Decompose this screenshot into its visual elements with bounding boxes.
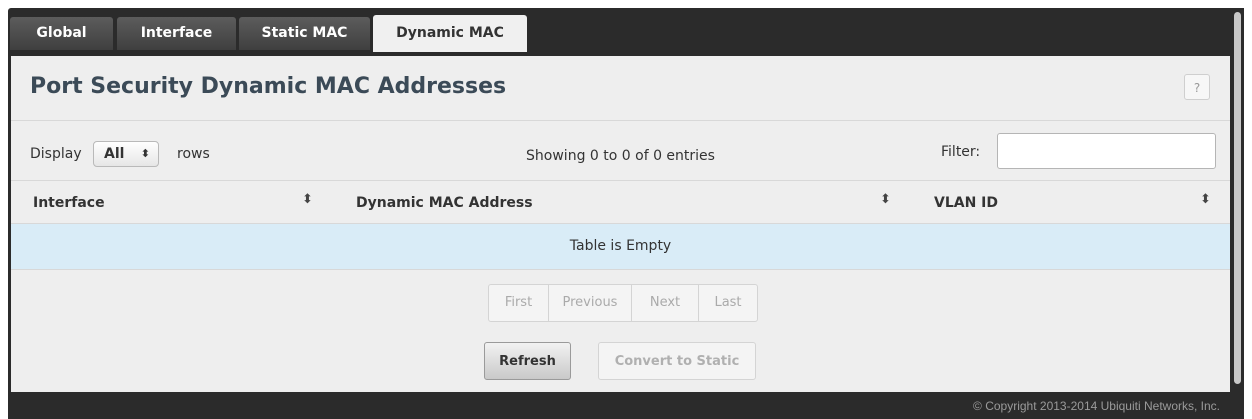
previous-page-button[interactable]: Previous xyxy=(549,285,632,321)
sort-updown-icon[interactable]: ⬍ xyxy=(880,192,891,207)
content-panel: Port Security Dynamic MAC Addresses ? Di… xyxy=(11,56,1230,392)
page-title: Port Security Dynamic MAC Addresses xyxy=(30,74,507,99)
sort-updown-icon[interactable]: ⬍ xyxy=(302,192,313,207)
last-page-button[interactable]: Last xyxy=(699,285,757,321)
column-header-vlan-id[interactable]: VLAN ID xyxy=(934,195,998,211)
tab-static-mac[interactable]: Static MAC xyxy=(239,17,370,50)
next-page-button[interactable]: Next xyxy=(632,285,699,321)
divider xyxy=(11,180,1230,181)
first-page-button[interactable]: First xyxy=(489,285,549,321)
tab-dynamic-mac[interactable]: Dynamic MAC xyxy=(373,15,527,52)
help-button[interactable]: ? xyxy=(1184,74,1210,100)
filter-label: Filter: xyxy=(941,144,981,160)
column-header-dynamic-mac-address[interactable]: Dynamic MAC Address xyxy=(356,195,533,211)
pagination: First Previous Next Last xyxy=(488,284,758,322)
column-header-interface[interactable]: Interface xyxy=(33,195,105,211)
scrollbar[interactable] xyxy=(1231,8,1244,419)
copyright-text: © Copyright 2013-2014 Ubiquiti Networks,… xyxy=(973,399,1220,413)
tab-global[interactable]: Global xyxy=(10,17,113,50)
divider xyxy=(11,120,1230,121)
filter-input[interactable] xyxy=(997,133,1216,169)
refresh-button[interactable]: Refresh xyxy=(484,342,571,380)
sort-updown-icon[interactable]: ⬍ xyxy=(1200,192,1211,207)
footer: © Copyright 2013-2014 Ubiquiti Networks,… xyxy=(11,392,1230,419)
scrollbar-thumb[interactable] xyxy=(1234,12,1241,384)
divider xyxy=(11,269,1230,270)
table-empty-row: Table is Empty xyxy=(11,224,1230,269)
convert-to-static-button[interactable]: Convert to Static xyxy=(598,342,756,380)
tab-interface[interactable]: Interface xyxy=(117,17,236,50)
